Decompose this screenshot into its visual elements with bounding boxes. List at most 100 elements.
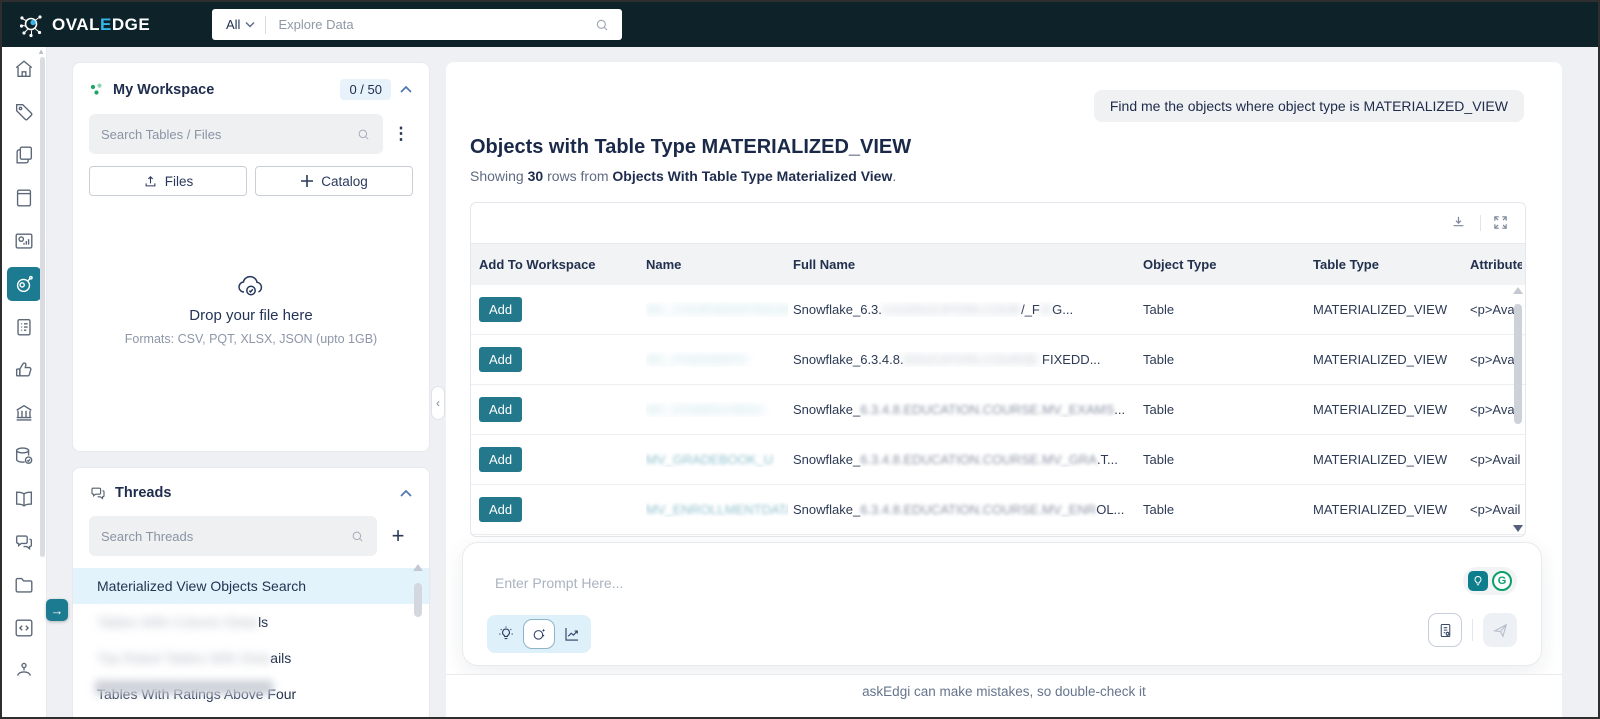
table-row: Add MV_FIXEDDEPO Snowflake_6.3.4.8.EDUCA… <box>471 335 1525 385</box>
sidebar-item-reports[interactable] <box>12 229 36 253</box>
scroll-up-arrow[interactable] <box>1513 287 1523 294</box>
global-search-input[interactable]: Explore Data <box>266 17 594 32</box>
thumbs-up-icon <box>15 362 32 377</box>
trend-chart-icon <box>565 628 578 641</box>
thread-item[interactable]: Tables With Column Details <box>73 604 429 640</box>
notebook-icon <box>16 189 32 207</box>
threads-collapse-chevron[interactable] <box>399 489 413 498</box>
column-header: Attribute <box>1470 257 1522 272</box>
cell-object-type: Table <box>1143 402 1175 417</box>
table-scrollbar[interactable] <box>1513 287 1523 532</box>
add-to-workspace-button[interactable]: Add <box>479 497 523 522</box>
database-check-icon <box>15 447 33 464</box>
workspace-search-input[interactable]: Search Tables / Files <box>89 114 383 154</box>
ovaledge-logo[interactable]: OvalEdge <box>18 12 150 38</box>
file-dropzone[interactable]: Drop your file here Formats: CSV, PQT, X… <box>73 273 429 346</box>
prompt-mode-toggles <box>487 615 591 653</box>
document-icon <box>1440 623 1450 637</box>
threads-search-input[interactable]: Search Threads <box>89 516 377 556</box>
sidebar-item-projects[interactable] <box>12 315 36 339</box>
discover-mode-button-selected[interactable] <box>523 619 555 649</box>
cell-name: MV_GRADEBOOK_U <box>646 452 774 467</box>
sidebar-item-data-catalog[interactable] <box>12 143 36 167</box>
prompt-input[interactable]: Enter Prompt Here... <box>495 575 623 591</box>
summary-document-button[interactable] <box>1428 613 1462 647</box>
sidebar-item-query-sheet[interactable] <box>12 616 36 640</box>
workspace-menu-button[interactable]: ⋮ <box>389 125 413 142</box>
thread-label: Materialized View Objects Search <box>97 578 307 594</box>
bulb-badge-icon[interactable] <box>1468 571 1488 591</box>
scroll-thumb[interactable] <box>414 583 422 617</box>
sidebar-item-home[interactable] <box>12 57 36 81</box>
search-icon <box>352 531 363 542</box>
sidebar-item-file-manager[interactable] <box>12 573 36 597</box>
sidebar-item-data-quality[interactable] <box>12 444 36 468</box>
add-to-workspace-button[interactable]: Add <box>479 347 523 372</box>
thread-label: Top Rated Tables With Detaails <box>97 650 292 666</box>
sidebar-item-governance[interactable] <box>12 401 36 425</box>
left-icon-rail: ▲ <box>2 47 47 717</box>
sidebar-item-askedgi[interactable] <box>7 267 41 301</box>
thread-item[interactable]: Tables With Ratings Above Four <box>73 676 429 712</box>
rail-scroll-up-arrow[interactable]: ▲ <box>37 47 45 56</box>
sidebar-item-tags[interactable] <box>12 100 36 124</box>
table-row: Add MV_ENROLLMENTDATA Snowflake_6.3.4.8.… <box>471 485 1525 535</box>
sidebar-item-literacy[interactable] <box>12 487 36 511</box>
thread-label: Tables With Column Details <box>97 614 269 630</box>
thread-item[interactable]: Materialized View Objects Search <box>73 568 429 604</box>
cell-full-name: Snowflake_6.3.4.8.EDUCATION.COUR/_FIXG..… <box>793 302 1074 317</box>
scroll-down-arrow[interactable] <box>1513 525 1523 532</box>
cell-table-type: MATERIALIZED_VIEW <box>1313 502 1448 517</box>
threads-scrollbar[interactable] <box>413 564 423 717</box>
plus-icon <box>301 175 314 187</box>
column-header: Table Type <box>1313 257 1379 272</box>
lightbulb-icon <box>499 626 513 640</box>
top-navbar: OvalEdge All Explore Data <box>2 2 1598 47</box>
user-message-bubble: Find me the objects where object type is… <box>1093 90 1524 122</box>
threads-icon <box>91 487 105 500</box>
rail-scrollbar[interactable] <box>40 57 45 557</box>
cell-table-type: MATERIALIZED_VIEW <box>1313 302 1448 317</box>
cell-object-type: Table <box>1143 352 1175 367</box>
thread-label: Tables With Ratings Above Four <box>97 686 297 702</box>
sidebar-item-business-glossary[interactable] <box>12 186 36 210</box>
cell-table-type: MATERIALIZED_VIEW <box>1313 452 1448 467</box>
results-title: Objects with Table Type MATERIALIZED_VIE… <box>470 136 912 158</box>
add-to-workspace-button[interactable]: Add <box>479 447 523 472</box>
scroll-thumb[interactable] <box>1514 304 1522 424</box>
cell-full-name: Snowflake_6.3.4.8.EDUCATION.COURSE.MV_EN… <box>793 502 1125 517</box>
open-book-icon <box>15 491 33 507</box>
search-scope-dropdown[interactable]: All <box>212 17 265 32</box>
folder-icon <box>15 577 33 593</box>
cell-name: MV_COURSERATINGSFEE <box>646 302 788 317</box>
search-icon[interactable] <box>594 17 610 33</box>
files-upload-button[interactable]: Files <box>89 166 247 196</box>
scroll-up-arrow[interactable] <box>413 564 423 571</box>
threads-panel: Threads Search Threads + Materialized Vi… <box>72 467 430 717</box>
my-workspace-panel: My Workspace 0 / 50 Search Tables / File… <box>72 62 430 452</box>
cell-full-name: Snowflake_6.3.4.8.EDUCATION.COURSE.MV_EX… <box>793 402 1126 417</box>
new-thread-button[interactable]: + <box>383 523 413 549</box>
sidebar-item-collaboration[interactable] <box>12 530 36 554</box>
thread-item[interactable]: Top Rated Tables With Detaails <box>73 640 429 676</box>
sidebar-item-lineage[interactable] <box>12 659 36 683</box>
add-to-workspace-button[interactable]: Add <box>479 397 523 422</box>
panel-collapse-handle[interactable]: ‹ <box>431 386 445 420</box>
cell-name: MV_EXAMSCHEDU <box>646 402 765 417</box>
send-plane-icon <box>1492 623 1507 638</box>
sidebar-expand-button[interactable]: → <box>46 599 68 621</box>
download-icon[interactable] <box>1450 214 1467 231</box>
upload-icon <box>145 175 156 186</box>
global-search-bar[interactable]: All Explore Data <box>212 9 622 40</box>
send-button[interactable] <box>1483 613 1517 647</box>
askedgi-g-logo[interactable]: G <box>1492 571 1512 591</box>
add-to-workspace-button[interactable]: Add <box>479 297 523 322</box>
workspace-collapse-chevron[interactable] <box>399 85 413 94</box>
cell-table-type: MATERIALIZED_VIEW <box>1313 402 1448 417</box>
chart-mode-button[interactable] <box>563 625 581 643</box>
sidebar-item-certification[interactable] <box>12 358 36 382</box>
add-catalog-button[interactable]: Catalog <box>255 166 413 196</box>
idea-mode-button[interactable] <box>497 625 515 643</box>
expand-icon[interactable] <box>1492 214 1509 231</box>
cell-table-type: MATERIALIZED_VIEW <box>1313 352 1448 367</box>
